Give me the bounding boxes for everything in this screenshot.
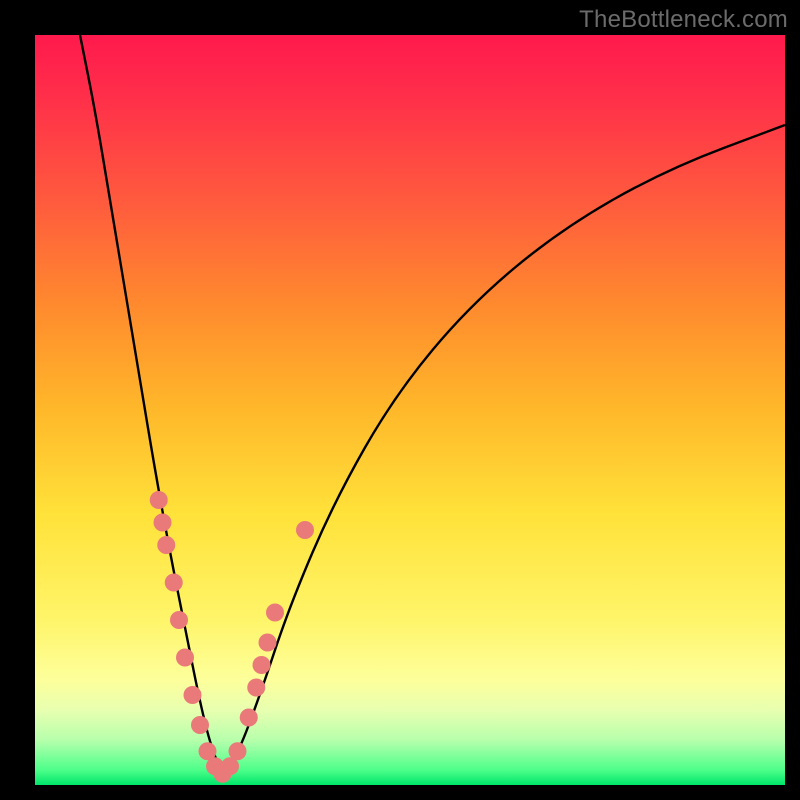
bottleneck-curve	[35, 35, 785, 785]
curve-marker	[240, 709, 258, 727]
watermark-label: TheBottleneck.com	[579, 6, 788, 34]
curve-marker	[229, 742, 247, 760]
chart-frame: TheBottleneck.com	[0, 0, 800, 800]
plot-area	[35, 35, 785, 785]
curve-marker	[191, 716, 209, 734]
curve-markers	[150, 491, 314, 783]
curve-marker	[154, 514, 172, 532]
curve-marker	[247, 679, 265, 697]
curve-marker	[266, 604, 284, 622]
curve-marker	[150, 491, 168, 509]
curve-marker	[165, 574, 183, 592]
curve-marker	[259, 634, 277, 652]
curve-marker	[170, 611, 188, 629]
curve-marker	[176, 649, 194, 667]
curve-marker	[296, 521, 314, 539]
curve-marker	[157, 536, 175, 554]
curve-marker	[253, 656, 271, 674]
curve-marker	[184, 686, 202, 704]
